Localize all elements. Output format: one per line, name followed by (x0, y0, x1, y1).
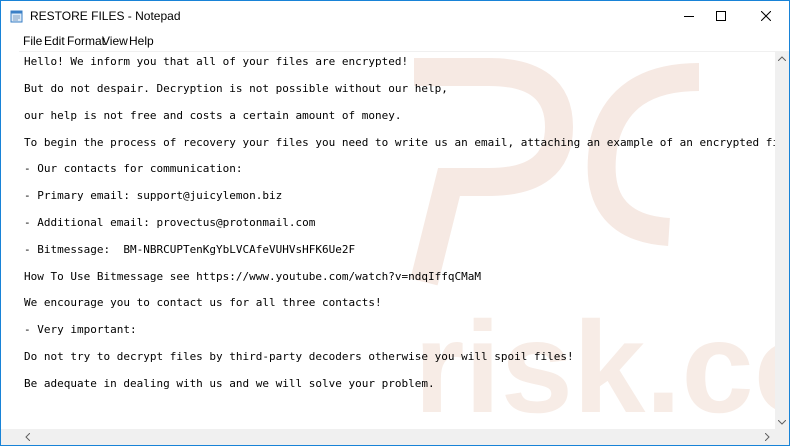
notepad-window: RESTORE FILES - Notepad File Edit Format… (0, 0, 790, 446)
text-line: To begin the process of recovery your fi… (24, 136, 775, 149)
notepad-icon (10, 10, 23, 23)
text-line: How To Use Bitmessage see https://www.yo… (24, 270, 481, 283)
window-title: RESTORE FILES - Notepad (30, 9, 181, 23)
vertical-scrollbar[interactable] (775, 51, 789, 429)
close-icon (761, 11, 771, 21)
text-line: But do not despair. Decryption is not po… (24, 82, 448, 95)
text-line: - Bitmessage: BM-NBRCUPTenKgYbLVCAfeVUHV… (24, 243, 356, 256)
menu-bar: File Edit Format View Help (1, 31, 789, 51)
text-line: Hello! We inform you that all of your fi… (24, 55, 409, 68)
text-line: Do not try to decrypt files by third-par… (24, 350, 574, 363)
text-editor[interactable]: risk.com Hello! We inform you that all o… (19, 51, 775, 430)
scroll-left-button[interactable] (19, 429, 35, 445)
minimize-icon (684, 16, 694, 17)
text-line: Be adequate in dealing with us and we wi… (24, 377, 435, 390)
title-bar[interactable]: RESTORE FILES - Notepad (1, 1, 789, 31)
close-button[interactable] (743, 1, 789, 31)
scrollbar-corner (775, 429, 789, 445)
text-line: our help is not free and costs a certain… (24, 109, 402, 122)
menu-help[interactable]: Help (129, 34, 154, 48)
menu-file[interactable]: File (23, 34, 42, 48)
bottom-left-filler (1, 429, 19, 445)
menu-format[interactable]: Format (67, 34, 105, 48)
text-line: - Very important: (24, 323, 137, 336)
editor-left-margin (1, 51, 19, 429)
text-line: - Our contacts for communication: (24, 162, 243, 175)
chevron-right-icon (764, 433, 770, 441)
text-line: - Primary email: support@juicylemon.biz (24, 189, 283, 202)
scroll-down-button[interactable] (775, 415, 789, 429)
text-line: - Additional email: provectus@protonmail… (24, 216, 316, 229)
horizontal-scrollbar[interactable] (19, 429, 775, 445)
menu-edit[interactable]: Edit (44, 34, 65, 48)
menu-view[interactable]: View (102, 34, 128, 48)
scroll-up-button[interactable] (775, 51, 789, 65)
text-line: We encourage you to contact us for all t… (24, 296, 382, 309)
maximize-icon (716, 11, 726, 21)
chevron-down-icon (778, 419, 786, 425)
chevron-left-icon (24, 433, 30, 441)
chevron-up-icon (778, 55, 786, 61)
scroll-right-button[interactable] (759, 429, 775, 445)
maximize-button[interactable] (698, 1, 744, 31)
